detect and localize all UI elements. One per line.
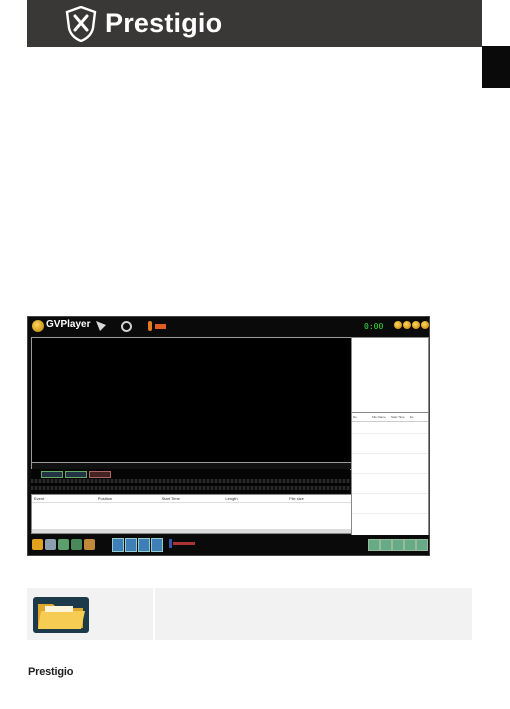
- tool-button-icon[interactable]: [368, 539, 380, 551]
- event-table-header: Event Position Start Time Length File si…: [32, 495, 351, 503]
- volume-knob[interactable]: [169, 539, 172, 548]
- column-header: Ev: [410, 415, 414, 419]
- description-cell: [154, 588, 472, 640]
- event-table: Event Position Start Time Length File si…: [31, 494, 352, 534]
- folder-icon: [33, 596, 89, 633]
- list-row-line: [352, 453, 428, 454]
- list-row-line: [352, 433, 428, 434]
- icon-cell: [27, 588, 155, 640]
- player-title: GVPlayer: [46, 319, 91, 330]
- settings-icon[interactable]: [121, 321, 132, 332]
- column-header: Position: [97, 496, 113, 501]
- footer-brand: Prestigio: [28, 666, 74, 678]
- gvplayer-screenshot: GVPlayer 0:00 No File Name Start Time Ev: [27, 316, 430, 556]
- signal-track: [31, 479, 350, 483]
- list-row-line: [352, 473, 428, 474]
- channel-button[interactable]: [41, 471, 63, 478]
- open-folder-icon[interactable]: [32, 539, 43, 550]
- player-toolbar: GVPlayer 0:00: [28, 317, 429, 336]
- prestigio-shield-icon: [65, 5, 97, 42]
- section-tab: [482, 46, 510, 88]
- tool-button-icon[interactable]: [404, 539, 416, 551]
- column-header: Length: [225, 496, 238, 501]
- settings-icon[interactable]: [84, 539, 95, 550]
- previous-icon[interactable]: [112, 538, 124, 552]
- file-list-header: No File Name Start Time Ev: [352, 413, 428, 422]
- close-icon[interactable]: [421, 321, 429, 329]
- signal-track: [31, 486, 350, 490]
- record-indicator-icon: [155, 324, 166, 329]
- column-header: No: [353, 415, 357, 419]
- volume-slider[interactable]: [173, 542, 195, 545]
- player-logo-icon: [32, 320, 44, 332]
- column-header: File size: [289, 496, 304, 501]
- marker-icon[interactable]: [148, 321, 152, 331]
- horizontal-scrollbar[interactable]: [32, 529, 351, 533]
- column-header: Start Time: [391, 415, 405, 419]
- video-pane: [31, 337, 352, 464]
- list-row-line: [352, 513, 428, 514]
- player-controls: [28, 535, 429, 555]
- file-list-pane: No File Name Start Time Ev: [351, 412, 429, 536]
- channel-button[interactable]: [65, 471, 87, 478]
- table-row: [27, 588, 472, 640]
- time-display: 0:00: [364, 322, 384, 331]
- stop-icon[interactable]: [125, 538, 137, 552]
- column-header: Start Time: [161, 496, 180, 501]
- page-header: Prestigio: [27, 0, 482, 47]
- tool-button-icon[interactable]: [392, 539, 404, 551]
- channel-button[interactable]: [89, 471, 111, 478]
- minimize-icon[interactable]: [412, 321, 420, 329]
- next-icon[interactable]: [151, 538, 163, 552]
- brand-name: Prestigio: [105, 8, 223, 38]
- export-icon[interactable]: [71, 539, 82, 550]
- save-icon[interactable]: [58, 539, 69, 550]
- map-preview-pane: [351, 337, 429, 413]
- window-button-icon[interactable]: [403, 321, 411, 329]
- tool-icon[interactable]: [96, 321, 106, 331]
- snapshot-icon[interactable]: [45, 539, 56, 550]
- tool-button-icon[interactable]: [416, 539, 428, 551]
- window-button-icon[interactable]: [394, 321, 402, 329]
- list-row-line: [352, 493, 428, 494]
- play-icon[interactable]: [138, 538, 150, 552]
- column-header: Event: [34, 496, 45, 501]
- icon-description-table: [27, 588, 472, 640]
- channel-strip: [31, 469, 350, 493]
- column-header: File Name: [372, 415, 386, 419]
- tool-button-icon[interactable]: [380, 539, 392, 551]
